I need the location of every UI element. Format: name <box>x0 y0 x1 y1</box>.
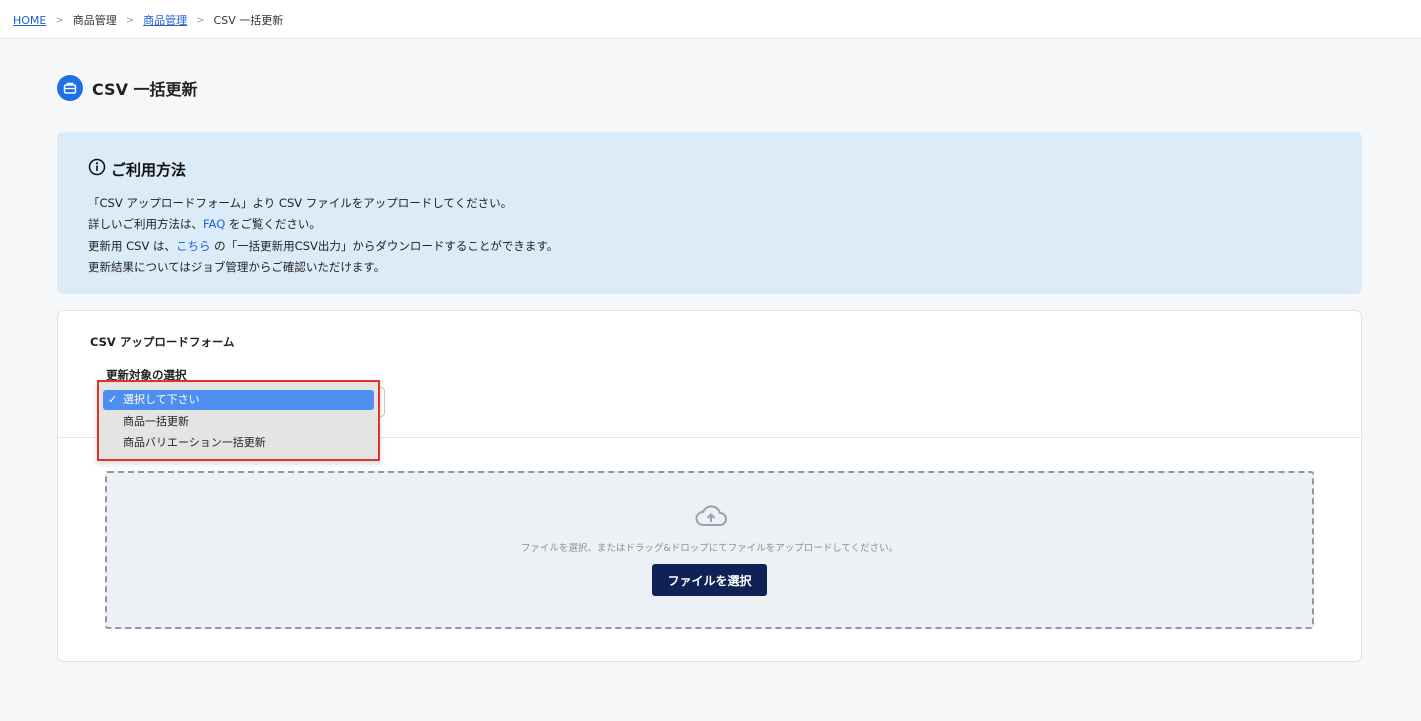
download-here-link[interactable]: こちら <box>176 239 211 253</box>
breadcrumb-separator: > <box>125 14 135 26</box>
usage-heading-text: ご利用方法 <box>111 160 187 179</box>
usage-line-2-post: をご覧ください。 <box>225 217 321 232</box>
target-select-dropdown: ✓ 選択して下さい 商品一括更新 商品バリエーション一括更新 <box>97 380 380 461</box>
dropdown-option-label: 選択して下さい <box>123 393 200 406</box>
select-file-button[interactable]: ファイルを選択 <box>652 564 767 596</box>
dropdown-option-placeholder[interactable]: ✓ 選択して下さい <box>103 390 374 410</box>
top-bar: HOME > 商品管理 > 商品管理 > CSV 一括更新 <box>0 0 1421 39</box>
page-title: CSV 一括更新 <box>92 80 198 99</box>
usage-line-2: 詳しいご利用方法は、FAQ をご覧ください。 <box>88 214 558 235</box>
dropzone-instructions: ファイルを選択、またはドラッグ&ドロップにてファイルをアップロードしてください。 <box>520 543 899 554</box>
dropdown-option-label: 商品一括更新 <box>123 415 189 428</box>
usage-line-3: 更新用 CSV は、こちら の「一括更新用CSV出力」からダウンロードすることが… <box>88 236 558 257</box>
info-icon <box>88 158 106 180</box>
package-icon <box>57 75 83 101</box>
usage-info-box: ご利用方法 「CSV アップロードフォーム」より CSV ファイルをアップロード… <box>57 132 1362 294</box>
page-header: CSV 一括更新 <box>57 75 198 101</box>
breadcrumb-separator: > <box>196 14 205 26</box>
usage-line-2-pre: 詳しいご利用方法は、 <box>88 217 203 232</box>
checkmark-icon: ✓ <box>108 393 118 406</box>
dropdown-option-product-update[interactable]: 商品一括更新 <box>103 412 374 432</box>
usage-line-3-pre: 更新用 CSV は、 <box>88 238 177 253</box>
faq-link[interactable]: FAQ <box>203 217 225 231</box>
usage-heading: ご利用方法 <box>88 158 186 180</box>
form-title: CSV アップロードフォーム <box>90 335 235 349</box>
usage-line-3-post: の「一括更新用CSV出力」からダウンロードすることができます。 <box>210 238 559 253</box>
breadcrumb-separator: > <box>55 14 64 26</box>
usage-line-1: 「CSV アップロードフォーム」より CSV ファイルをアップロードしてください… <box>88 196 513 210</box>
dropdown-option-variation-update[interactable]: 商品バリエーション一括更新 <box>103 433 374 453</box>
breadcrumb-product-mgmt: 商品管理 <box>72 14 117 27</box>
usage-line-4: 更新結果についてはジョブ管理からご確認いただけます。 <box>88 259 386 274</box>
breadcrumb-current: CSV 一括更新 <box>213 14 284 27</box>
dropdown-option-label: 商品バリエーション一括更新 <box>123 436 266 449</box>
breadcrumb-home-link[interactable]: HOME <box>13 14 46 27</box>
csv-upload-form: CSV アップロードフォーム 更新対象の選択 ファイルを選択、またはドラッグ&ド… <box>57 310 1362 662</box>
file-dropzone[interactable]: ファイルを選択、またはドラッグ&ドロップにてファイルをアップロードしてください。… <box>105 471 1314 629</box>
usage-text: 「CSV アップロードフォーム」より CSV ファイルをアップロードしてください… <box>88 193 558 278</box>
cloud-upload-icon <box>694 504 728 532</box>
breadcrumb: HOME > 商品管理 > 商品管理 > CSV 一括更新 <box>13 12 283 28</box>
breadcrumb-product-mgmt-link[interactable]: 商品管理 <box>143 12 187 28</box>
